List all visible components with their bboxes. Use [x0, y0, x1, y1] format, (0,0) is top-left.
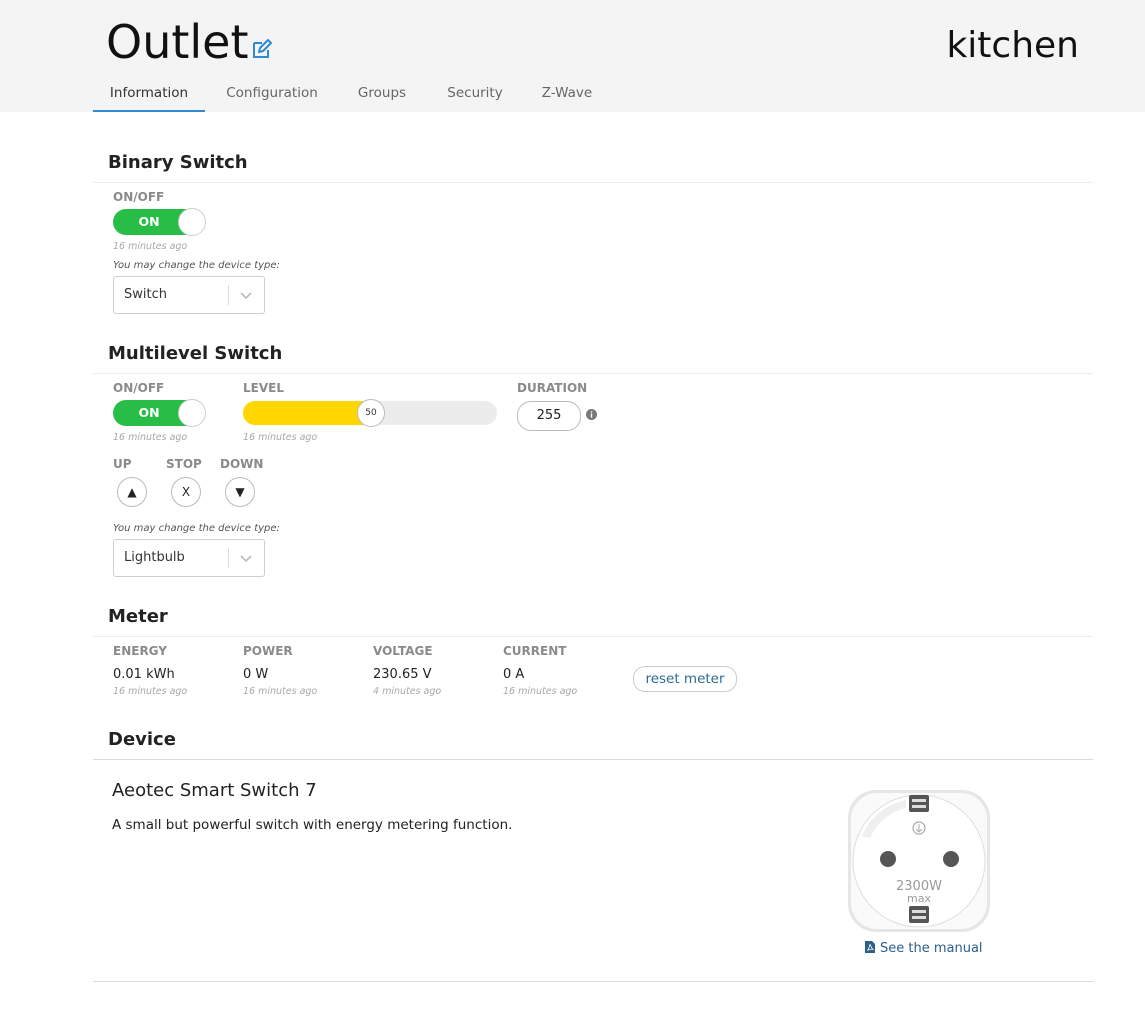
divider	[93, 373, 1093, 374]
divider	[93, 182, 1093, 183]
room-name: kitchen	[946, 25, 1079, 66]
level-slider-fill	[243, 401, 370, 425]
up-label: UP	[113, 457, 132, 471]
toggle-state-text: ON	[138, 214, 160, 229]
section-title-binary-switch: Binary Switch	[108, 152, 248, 173]
energy-label: ENERGY	[113, 644, 167, 658]
power-label: POWER	[243, 644, 293, 658]
multilevel-type-note: You may change the device type:	[113, 523, 280, 534]
energy-value: 0.01 kWh	[113, 667, 175, 682]
tab-information[interactable]: Information	[93, 78, 205, 112]
voltage-value: 230.65 V	[373, 667, 432, 682]
divider	[93, 981, 1093, 982]
see-the-manual-link[interactable]: See the manual	[865, 941, 983, 956]
current-value: 0 A	[503, 667, 525, 682]
section-title-device: Device	[108, 729, 176, 750]
binary-device-type-select[interactable]: Switch	[113, 276, 265, 314]
edit-icon[interactable]	[251, 38, 273, 60]
reset-meter-button[interactable]: reset meter	[633, 666, 737, 692]
page-title: Outlet	[106, 15, 249, 69]
info-icon[interactable]	[586, 409, 597, 420]
tab-groups[interactable]: Groups	[351, 78, 413, 110]
multilevel-onoff-toggle[interactable]: ON	[113, 399, 206, 427]
tab-zwave[interactable]: Z-Wave	[537, 78, 597, 110]
tab-configuration[interactable]: Configuration	[223, 78, 321, 110]
power-updated-time: 16 minutes ago	[243, 686, 318, 697]
pdf-icon	[865, 941, 875, 953]
energy-updated-time: 16 minutes ago	[113, 686, 188, 697]
down-label: DOWN	[220, 457, 264, 471]
select-separator	[228, 285, 229, 305]
binary-type-note: You may change the device type:	[113, 260, 280, 271]
binary-updated-time: 16 minutes ago	[113, 241, 188, 252]
voltage-label: VOLTAGE	[373, 644, 433, 658]
toggle-state-text: ON	[138, 405, 160, 420]
chevron-down-icon	[240, 555, 252, 563]
toggle-knob	[178, 208, 206, 236]
device-image-max: max	[907, 892, 931, 905]
down-button[interactable]: ▼	[225, 477, 255, 507]
section-title-multilevel-switch: Multilevel Switch	[108, 343, 283, 364]
divider	[93, 636, 1093, 637]
stop-label: STOP	[166, 457, 202, 471]
select-value: Lightbulb	[124, 550, 185, 565]
tab-security[interactable]: Security	[443, 78, 507, 110]
current-label: CURRENT	[503, 644, 567, 658]
device-description: A small but powerful switch with energy …	[112, 817, 513, 833]
select-separator	[228, 548, 229, 568]
multilevel-device-type-select[interactable]: Lightbulb	[113, 539, 265, 577]
current-updated-time: 16 minutes ago	[503, 686, 578, 697]
level-label: LEVEL	[243, 381, 284, 395]
select-value: Switch	[124, 287, 167, 302]
up-button[interactable]: ▲	[117, 477, 147, 507]
manual-link-text: See the manual	[880, 941, 983, 956]
voltage-updated-time: 4 minutes ago	[373, 686, 442, 697]
device-name: Aeotec Smart Switch 7	[112, 780, 317, 801]
binary-onoff-toggle[interactable]: ON	[113, 208, 206, 236]
power-value: 0 W	[243, 667, 269, 682]
section-title-meter: Meter	[108, 606, 168, 627]
chevron-down-icon	[240, 292, 252, 300]
level-slider[interactable]: 50	[243, 399, 497, 427]
duration-input[interactable]: 255	[517, 401, 581, 431]
multilevel-onoff-updated-time: 16 minutes ago	[113, 432, 188, 443]
page-header: Outlet kitchen Information Configuration…	[0, 0, 1145, 112]
level-slider-handle[interactable]: 50	[357, 399, 385, 427]
duration-label: DURATION	[517, 381, 588, 395]
device-image: 2300W max	[848, 790, 990, 932]
binary-onoff-label: ON/OFF	[113, 190, 165, 204]
divider	[93, 759, 1093, 760]
multilevel-onoff-label: ON/OFF	[113, 381, 165, 395]
level-updated-time: 16 minutes ago	[243, 432, 318, 443]
toggle-knob	[178, 399, 206, 427]
stop-button[interactable]: X	[171, 477, 201, 507]
